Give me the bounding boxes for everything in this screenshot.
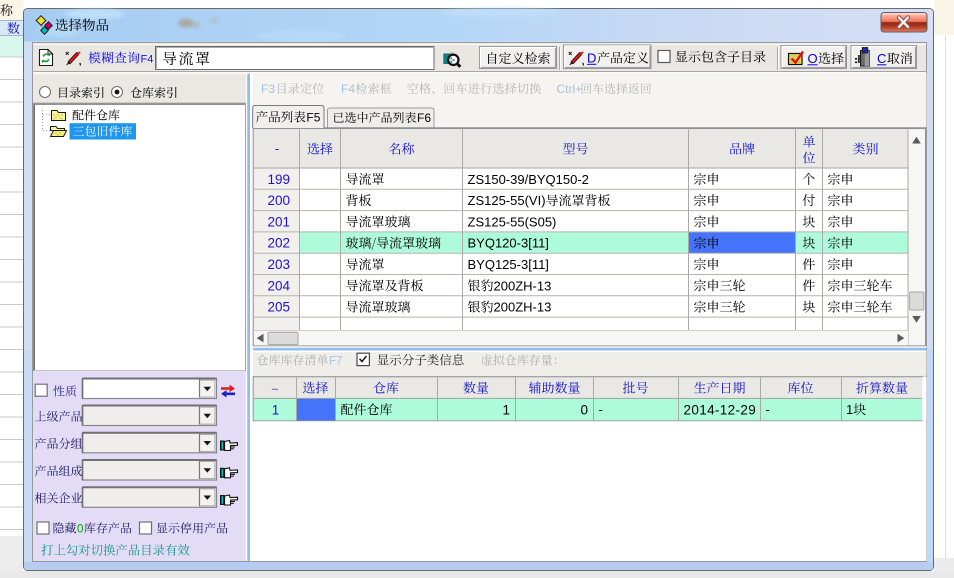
svg-text:ZS150-39/BYQ150-2: ZS150-39/BYQ150-2	[468, 172, 589, 187]
svg-text:201: 201	[268, 214, 291, 229]
svg-text:205: 205	[268, 300, 291, 315]
svg-text:F4: F4	[341, 82, 355, 96]
svg-text:202: 202	[268, 236, 291, 251]
svg-text:200ZH-13: 200ZH-13	[494, 278, 552, 293]
svg-text:200: 200	[268, 193, 291, 208]
svg-text:1: 1	[846, 402, 853, 417]
svg-text:F5: F5	[306, 111, 320, 125]
svg-text:203: 203	[268, 257, 291, 272]
svg-text:O: O	[808, 51, 818, 66]
svg-text:BYQ125-3[11]: BYQ125-3[11]	[468, 257, 549, 272]
svg-text:F4: F4	[141, 54, 154, 66]
svg-text:1: 1	[272, 402, 280, 417]
svg-text:F3: F3	[261, 82, 275, 96]
svg-text:F6: F6	[417, 111, 431, 125]
svg-text:F7: F7	[329, 356, 342, 368]
svg-text:ZS125-55(VI): ZS125-55(VI)	[468, 193, 546, 208]
svg-text:1: 1	[502, 402, 510, 417]
svg-text:-: -	[766, 402, 770, 417]
svg-text:Ctrl+: Ctrl+	[557, 82, 583, 96]
svg-text:0: 0	[77, 524, 83, 536]
svg-text:ZS125-55(S05): ZS125-55(S05)	[468, 214, 557, 229]
svg-text:-: -	[599, 402, 603, 417]
svg-text:D: D	[587, 51, 596, 66]
svg-text:199: 199	[268, 172, 291, 187]
svg-text:0: 0	[580, 402, 588, 417]
svg-text:200ZH-13: 200ZH-13	[494, 300, 552, 315]
svg-text:204: 204	[268, 278, 291, 293]
svg-text:C: C	[877, 51, 886, 66]
svg-text:BYQ120-3[11]: BYQ120-3[11]	[468, 236, 549, 251]
svg-text:-: -	[275, 141, 279, 156]
svg-text:2014-12-29: 2014-12-29	[684, 402, 757, 417]
